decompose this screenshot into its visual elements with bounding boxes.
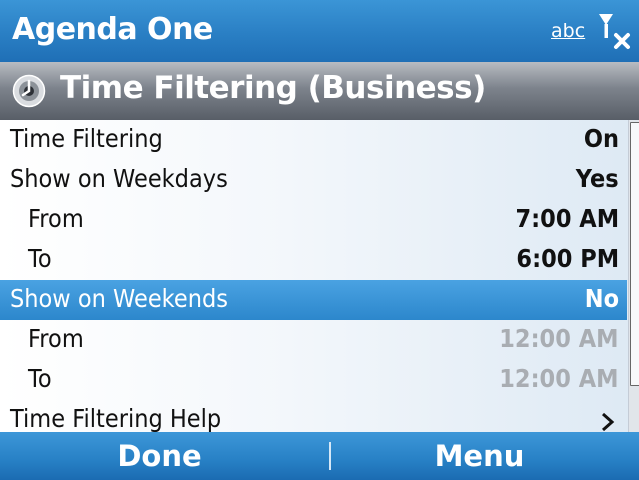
page-title: Time Filtering (Business) [60, 70, 486, 106]
scrollbar[interactable] [628, 120, 639, 432]
setting-value: 6:00 PM [516, 244, 619, 273]
setting-value: Yes [576, 164, 619, 193]
input-mode-indicator[interactable]: abc [551, 20, 585, 42]
chevron-right-icon [602, 412, 615, 432]
setting-show-on-weekends[interactable]: Show on Weekends No [0, 280, 627, 320]
screen: Agenda One abc Time Filtering (Business)… [0, 0, 639, 480]
setting-show-on-weekdays[interactable]: Show on Weekdays Yes [0, 160, 627, 200]
clock-gear-icon [12, 74, 46, 108]
setting-time-filtering[interactable]: Time Filtering On [0, 120, 627, 160]
setting-label: Time Filtering Help [10, 404, 222, 432]
title-bar: Agenda One abc [0, 0, 639, 62]
menu-softkey[interactable]: Menu [320, 432, 639, 480]
setting-label: Show on Weekdays [10, 164, 228, 193]
page-header: Time Filtering (Business) [0, 62, 639, 120]
scrollbar-thumb[interactable] [630, 122, 639, 386]
setting-weekday-to[interactable]: To 6:00 PM [0, 240, 627, 280]
setting-label: Show on Weekends [10, 284, 228, 313]
setting-label: From [28, 204, 84, 233]
setting-weekend-to[interactable]: To 12:00 AM [0, 360, 627, 400]
setting-value-disabled: 12:00 AM [499, 324, 619, 353]
setting-value: No [584, 284, 619, 313]
setting-time-filtering-help[interactable]: Time Filtering Help [0, 400, 627, 432]
app-title: Agenda One [12, 12, 213, 47]
setting-weekend-from[interactable]: From 12:00 AM [0, 320, 627, 360]
setting-value: 7:00 AM [515, 204, 619, 233]
done-softkey[interactable]: Done [0, 432, 319, 480]
setting-label: To [28, 364, 52, 393]
setting-label: To [28, 244, 52, 273]
settings-list: Time Filtering On Show on Weekdays Yes F… [0, 120, 639, 432]
signal-off-icon [599, 14, 630, 49]
setting-value: On [583, 124, 619, 153]
setting-label: Time Filtering [10, 124, 163, 153]
softkey-bar: Done Menu [0, 432, 639, 480]
setting-label: From [28, 324, 84, 353]
setting-value-disabled: 12:00 AM [499, 364, 619, 393]
setting-weekday-from[interactable]: From 7:00 AM [0, 200, 627, 240]
